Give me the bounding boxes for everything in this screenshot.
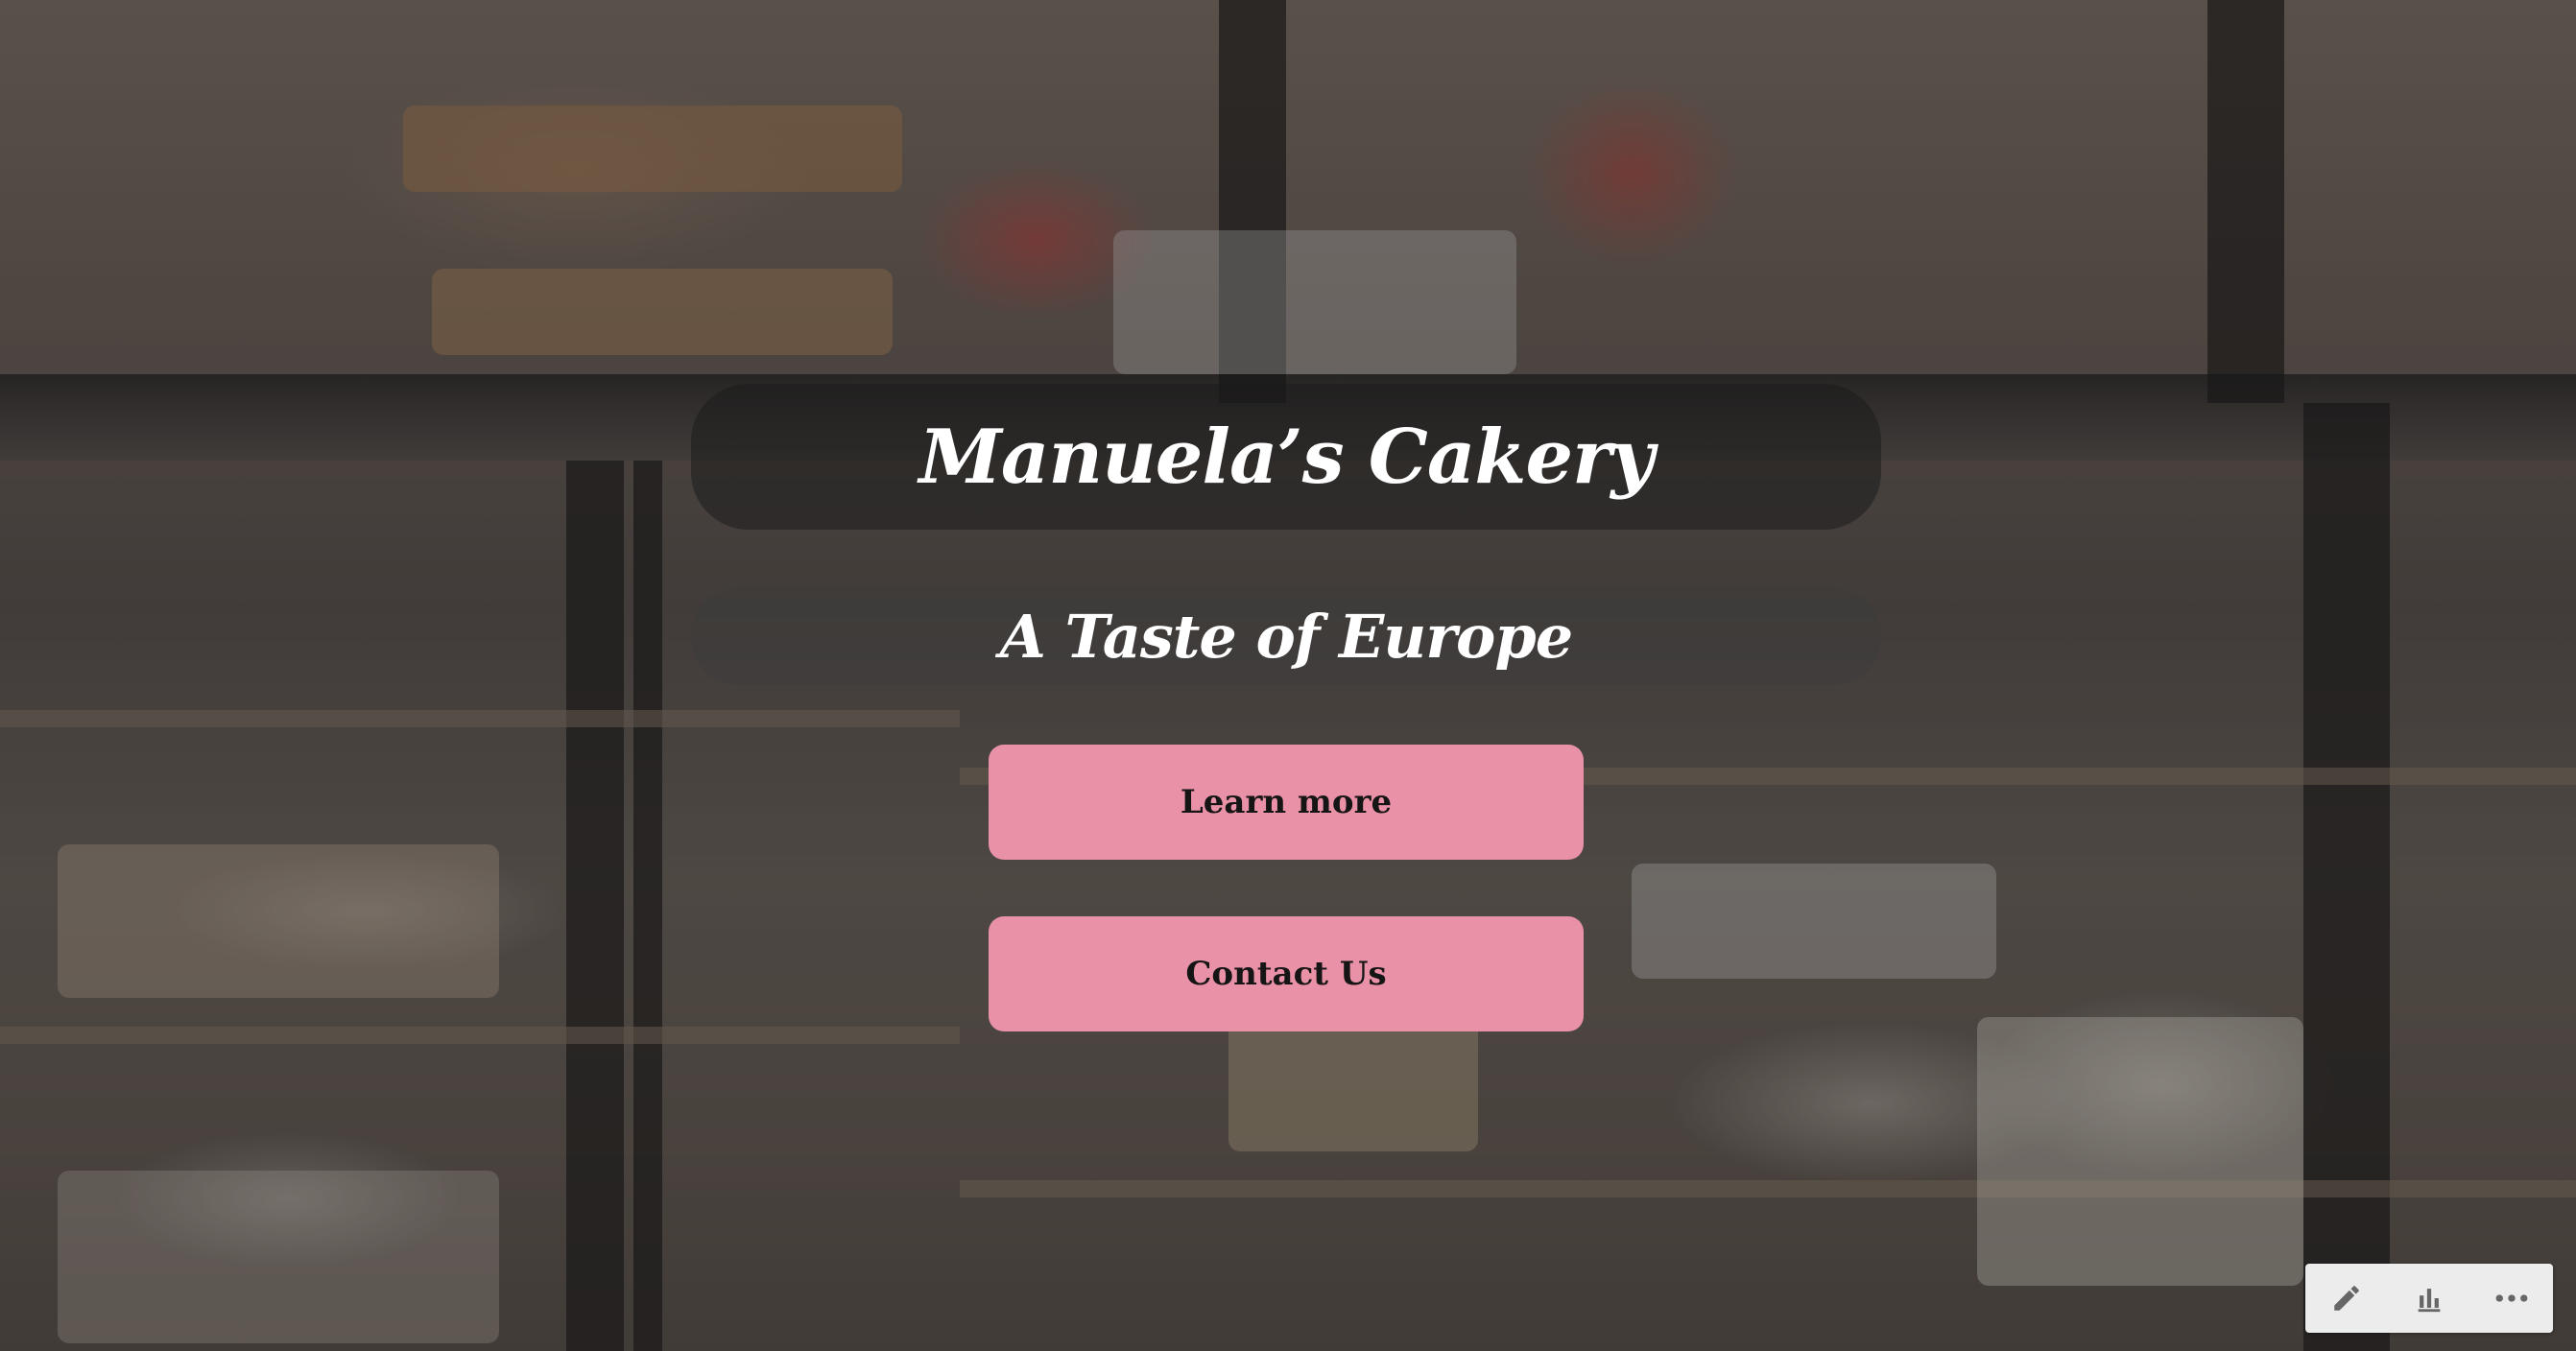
contact-us-button[interactable]: Contact Us bbox=[989, 916, 1584, 1031]
more-options-button[interactable] bbox=[2483, 1269, 2540, 1327]
pencil-icon bbox=[2334, 1286, 2359, 1311]
page: Manuela’s Cakery A Taste of Europe Learn… bbox=[0, 0, 2576, 1351]
floating-toolbar bbox=[2305, 1264, 2553, 1333]
bar-chart-icon bbox=[2418, 1289, 2441, 1313]
stats-button[interactable] bbox=[2400, 1269, 2458, 1327]
title-banner: Manuela’s Cakery bbox=[691, 384, 1881, 530]
site-title: Manuela’s Cakery bbox=[918, 413, 1654, 501]
more-icon bbox=[2495, 1294, 2528, 1302]
learn-more-button[interactable]: Learn more bbox=[989, 745, 1584, 860]
edit-button[interactable] bbox=[2318, 1269, 2375, 1327]
site-tagline: A Taste of Europe bbox=[999, 601, 1573, 672]
subtitle-banner: A Taste of Europe bbox=[691, 587, 1881, 685]
